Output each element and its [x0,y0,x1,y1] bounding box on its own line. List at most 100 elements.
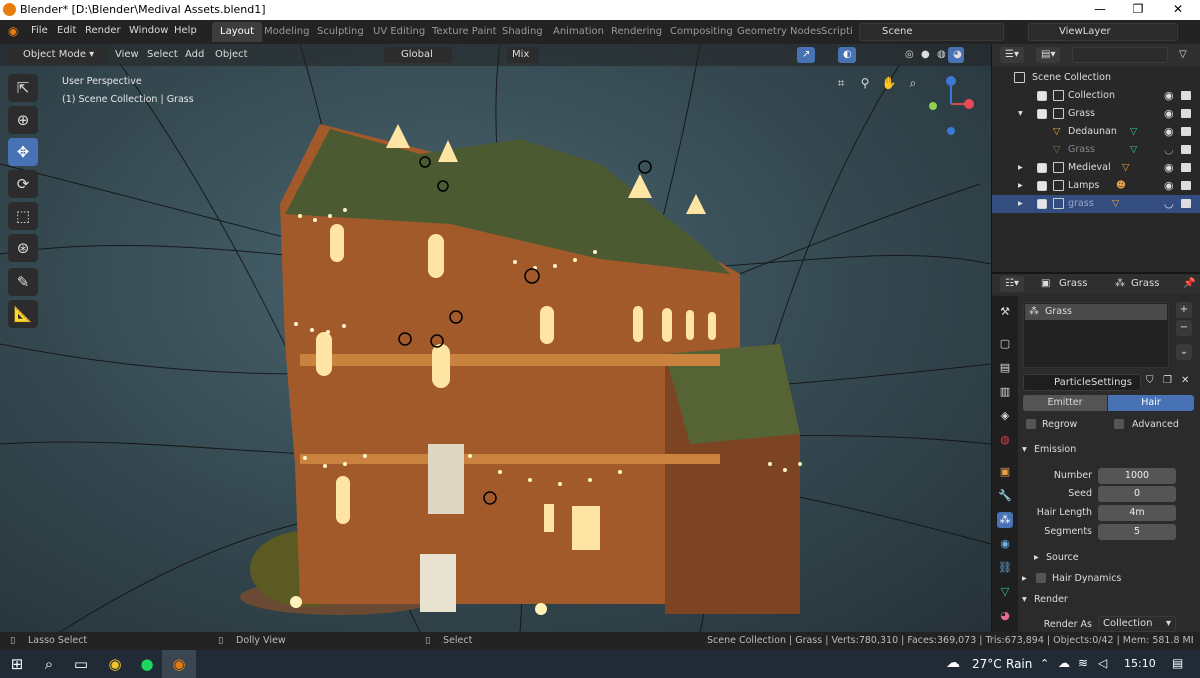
particle-system-list[interactable]: ⁂ Grass [1023,302,1169,368]
world-tab-icon[interactable]: ◍ [997,432,1013,448]
menu-edit[interactable]: Edit [57,25,76,36]
search-icon[interactable]: ⌕ [32,650,66,678]
camera-icon[interactable]: ⚲ [856,76,874,94]
add-slot-button[interactable]: + [1176,302,1192,318]
chrome-icon[interactable]: ◉ [98,650,132,678]
transform-orientation[interactable]: Global [384,47,452,63]
outliner-filter-icon[interactable]: ▽ [1174,47,1192,63]
duplicate-icon[interactable]: ❐ [1163,375,1172,386]
navigation-gizmo[interactable] [929,76,974,135]
eye-icon[interactable]: ◉ [1164,161,1174,174]
close-button[interactable]: ✕ [1158,2,1198,16]
camera-render-icon[interactable] [1181,163,1191,172]
hair-button[interactable]: Hair [1108,395,1194,411]
scene-tab-icon[interactable]: ◈ [997,408,1013,424]
modifier-tab-icon[interactable]: 🔧 [997,488,1013,504]
wifi-icon[interactable]: ≋ [1078,656,1088,670]
rendered-shading-icon[interactable]: ◕ [948,47,964,63]
display-mode-icon[interactable]: ☰▾ [1000,47,1024,63]
proportional-mix[interactable]: Mix [507,47,539,63]
menu-file[interactable]: File [31,25,48,36]
tab-texture-paint[interactable]: Texture Paint [424,22,505,42]
seed-field[interactable]: 0 [1098,486,1176,502]
eye-icon[interactable]: ◉ [1164,107,1174,120]
expand-arrow-icon[interactable]: ▾ [1018,108,1023,119]
menu-view[interactable]: View [110,47,144,63]
annotate-tool-icon[interactable]: ✎ [8,268,38,296]
menu-help[interactable]: Help [174,25,197,36]
particle-settings-selector[interactable]: ParticleSettings [1023,374,1141,391]
overlay-toggle-icon[interactable]: ◐ [838,47,856,63]
weather-condition[interactable]: Rain [1006,657,1032,671]
segments-field[interactable]: 5 [1098,524,1176,540]
menu-add[interactable]: Add [180,47,209,63]
outliner-row-dedaunan[interactable]: ▽ Dedaunan ▽ ◉ [992,123,1200,141]
zoom-icon[interactable]: ⌕ [904,76,922,94]
hair-dynamics-panel-header[interactable]: Hair Dynamics [1052,573,1121,584]
camera-render-icon[interactable] [1181,145,1191,154]
advanced-checkbox[interactable] [1114,419,1124,429]
tray-chevron-icon[interactable]: ⌃ [1040,657,1049,670]
tab-layout[interactable]: Layout [212,22,262,42]
eye-icon[interactable]: ◉ [1164,89,1174,102]
weather-temp[interactable]: 27°C [972,657,1002,671]
hair-length-field[interactable]: 4m [1098,505,1176,521]
exclude-checkbox[interactable] [1037,109,1047,119]
view-layer-tab-icon[interactable]: ▥ [997,384,1013,400]
hair-dynamics-expand-icon[interactable]: ▸ [1022,573,1027,584]
exclude-checkbox[interactable] [1037,163,1047,173]
tab-sculpting[interactable]: Sculpting [309,22,372,42]
blender-menu-icon[interactable]: ◉ [8,24,18,38]
tool-tab-icon[interactable]: ⚒ [997,304,1013,320]
solid-shading-icon[interactable]: ● [916,47,932,63]
mode-selector[interactable]: Object Mode ▾ [8,47,108,63]
minimize-button[interactable]: — [1080,2,1120,16]
taskview-icon[interactable]: ▭ [64,650,98,678]
expand-arrow-icon[interactable]: ▸ [1018,162,1023,173]
data-tab-icon[interactable]: ▽ [997,584,1013,600]
notifications-icon[interactable]: ▤ [1172,656,1183,670]
outliner-row-collection[interactable]: Collection ◉ [992,87,1200,105]
tab-rendering[interactable]: Rendering [603,22,670,42]
physics-tab-icon[interactable]: ◉ [997,536,1013,552]
tab-animation[interactable]: Animation [545,22,612,42]
rotate-tool-icon[interactable]: ⟳ [8,170,38,198]
particles-tab-icon[interactable]: ⁂ [997,512,1013,528]
move-tool-icon[interactable]: ✥ [8,138,38,166]
eye-icon[interactable]: ◉ [1164,125,1174,138]
outliner-row-grass-lower[interactable]: ▸ grass ▽ ◡ [992,195,1200,213]
volume-icon[interactable]: ◁ [1098,656,1107,670]
particle-system-item[interactable]: ⁂ Grass [1025,304,1167,320]
material-shading-icon[interactable]: ◍ [932,47,948,63]
outliner-root[interactable]: Scene Collection [992,69,1200,87]
transform-tool-icon[interactable]: ⊛ [8,234,38,262]
expand-arrow-icon[interactable]: ▸ [1018,198,1023,209]
outliner-row-medieval[interactable]: ▸ Medieval ▽ ◉ [992,159,1200,177]
pin-icon[interactable]: 📌 [1178,276,1200,292]
outliner-row-lamps[interactable]: ▸ Lamps ☻ ◉ [992,177,1200,195]
output-tab-icon[interactable]: ▤ [997,360,1013,376]
render-expand-icon[interactable]: ▾ [1022,594,1027,605]
scene-selector[interactable]: Scene [859,23,1004,41]
camera-render-icon[interactable] [1181,127,1191,136]
menu-window[interactable]: Window [129,25,168,36]
object-tab-icon[interactable]: ▣ [997,464,1013,480]
weather-cloud-icon[interactable]: ☁ [946,655,960,671]
render-tab-icon[interactable]: ▢ [997,336,1013,352]
regrow-checkbox[interactable] [1026,419,1036,429]
outliner-row-grass-object[interactable]: ▽ Grass ▽ ◡ [992,141,1200,159]
camera-render-icon[interactable] [1181,181,1191,190]
menu-render[interactable]: Render [85,25,121,36]
constraints-tab-icon[interactable]: ⛓ [997,560,1013,576]
exclude-checkbox[interactable] [1037,181,1047,191]
outliner-row-grass-collection[interactable]: ▾ Grass ◉ [992,105,1200,123]
spotify-icon[interactable]: ● [130,650,164,678]
source-subpanel[interactable]: Source [1046,552,1079,563]
hair-dynamics-checkbox[interactable] [1036,573,1046,583]
emitter-button[interactable]: Emitter [1023,395,1107,411]
render-as-dropdown[interactable]: Collection ▾ [1098,616,1176,632]
cursor-tool-icon[interactable]: ⊕ [8,106,38,134]
unlink-icon[interactable]: ✕ [1181,375,1189,386]
source-expand-icon[interactable]: ▸ [1034,552,1039,563]
filter-icon[interactable]: ▤▾ [1036,47,1061,63]
